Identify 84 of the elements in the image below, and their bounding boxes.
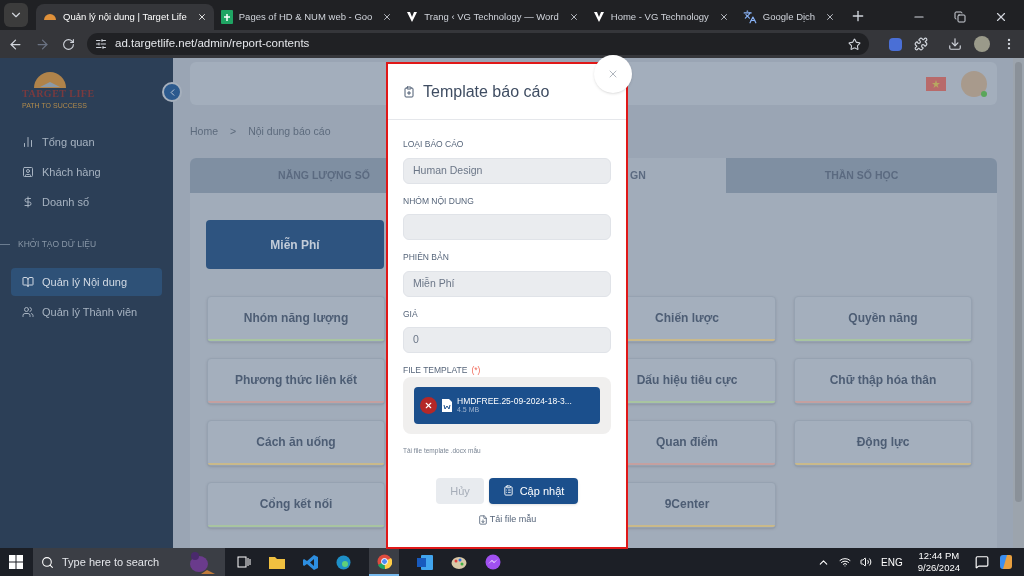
folder-icon[interactable] — [269, 555, 285, 569]
dollar-icon — [22, 196, 34, 208]
users-icon — [22, 306, 34, 318]
nav-item[interactable]: Tổng quan — [11, 128, 162, 156]
clipboard-icon — [502, 485, 514, 497]
required-mark: (*) — [471, 364, 481, 377]
file-name: HMDFREE.25-09-2024-18-3... — [457, 395, 572, 407]
remove-file-button[interactable] — [420, 397, 437, 414]
close-icon[interactable] — [994, 10, 1008, 24]
forward-icon[interactable] — [35, 36, 50, 52]
close-icon — [607, 68, 619, 80]
translate-icon — [742, 10, 757, 24]
profile-avatar[interactable] — [974, 36, 990, 52]
input-field[interactable]: 0 — [403, 327, 611, 354]
notifications-icon[interactable] — [975, 555, 989, 569]
close-icon — [424, 401, 433, 410]
close-icon[interactable] — [825, 12, 836, 22]
reload-icon[interactable] — [62, 37, 75, 51]
nav-item[interactable]: Quản lý Thành viên — [11, 298, 162, 326]
clipboard-icon — [403, 85, 415, 98]
messenger-icon[interactable] — [485, 554, 501, 570]
back-icon[interactable] — [8, 36, 23, 52]
browser-tab[interactable]: Trang ‹ VG Technology — Word — [399, 4, 586, 30]
breadcrumb-separator: > — [230, 123, 237, 139]
dialog-title: Template báo cáo — [423, 81, 550, 102]
content-card[interactable]: Chữ thập hóa thân — [794, 358, 972, 404]
input-field[interactable]: Miễn Phí — [403, 270, 611, 297]
address-bar[interactable]: ad.targetlife.net/admin/report-contents — [87, 33, 869, 55]
browser-tab[interactable]: Quản lý nội dung | Target Life — [36, 4, 214, 30]
close-icon[interactable] — [718, 12, 729, 22]
contact-card-icon — [22, 166, 34, 178]
nav-item[interactable]: Khách hàng — [11, 158, 162, 186]
browser-tab[interactable]: Home - VG Technology — [585, 4, 736, 30]
input-field[interactable]: Human Design — [403, 157, 611, 184]
chart-icon — [22, 136, 34, 148]
chrome-app-button[interactable] — [369, 548, 399, 576]
browser-tab[interactable]: Pages of HD & NUM web - Goo — [213, 4, 400, 30]
nav-item[interactable]: Doanh số — [11, 188, 162, 216]
task-view-icon[interactable] — [237, 556, 251, 568]
content-card[interactable]: Động lực — [794, 420, 972, 466]
content-card[interactable]: Cổng kết nối — [207, 482, 385, 528]
content-card[interactable]: Quyền năng — [794, 296, 972, 342]
content-card[interactable]: Phương thức liên kết — [207, 358, 385, 404]
site-info-icon[interactable] — [95, 38, 107, 50]
v-logo-icon — [592, 11, 605, 23]
field-label: GIÁ — [403, 307, 419, 321]
wifi-icon[interactable] — [839, 556, 852, 568]
word-document-icon — [442, 399, 452, 412]
close-icon[interactable] — [382, 12, 393, 22]
browser-tab[interactable]: Google Dịch — [735, 4, 843, 30]
file-icon — [477, 514, 488, 525]
close-icon[interactable] — [196, 12, 207, 22]
clock[interactable]: 12:44 PM 9/26/2024 — [917, 550, 960, 574]
taskbar-search-field[interactable]: Type here to search — [33, 548, 225, 576]
restore-icon[interactable] — [954, 11, 966, 23]
code-editor-icon[interactable] — [303, 554, 318, 570]
paint-palette-icon[interactable] — [451, 554, 467, 570]
language-indicator[interactable]: ENG — [881, 554, 903, 570]
field-label: NHÓM NỘI DUNG — [403, 194, 475, 208]
v-logo-icon — [406, 11, 419, 23]
download-icon[interactable] — [948, 37, 962, 51]
section-heading: KHỞI TẠO DỮ LIỆU — [18, 237, 97, 251]
field-label: LOẠI BÁO CÁO — [403, 138, 465, 151]
version-button[interactable]: Miễn Phí — [206, 220, 384, 269]
bookmark-star-icon[interactable] — [848, 37, 861, 51]
field-label: PHIÊN BẢN — [403, 251, 450, 264]
book-icon — [22, 276, 34, 288]
update-button[interactable]: Cập nhật — [489, 477, 578, 504]
tab-search-button[interactable] — [4, 3, 28, 27]
logo-title: TARGET LIFE — [22, 88, 95, 101]
extension-icon[interactable] — [889, 37, 902, 51]
url-text: ad.targetlife.net/admin/report-contents — [115, 36, 310, 52]
nav-item[interactable]: Quản lý Nội dung — [11, 268, 162, 296]
chrome-icon — [376, 553, 392, 569]
close-icon[interactable] — [568, 12, 579, 22]
volume-icon[interactable] — [860, 556, 873, 568]
content-card[interactable]: Nhóm năng lượng — [207, 296, 385, 342]
spreadsheet-icon — [220, 10, 233, 24]
content-card[interactable]: Cách ăn uống — [207, 420, 385, 466]
extensions-icon[interactable] — [914, 37, 928, 51]
field-label: FILE TEMPLATE — [403, 364, 468, 377]
search-icon — [41, 555, 54, 569]
scrollbar[interactable] — [1013, 58, 1024, 548]
input-field[interactable] — [403, 214, 611, 241]
